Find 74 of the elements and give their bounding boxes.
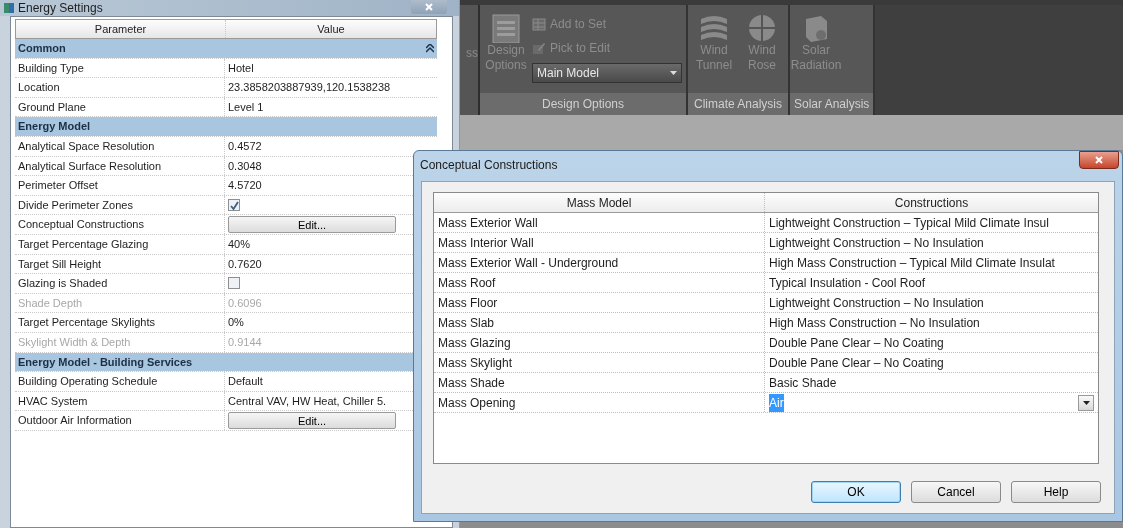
app-icon xyxy=(4,3,14,13)
parameter-label: Divide Perimeter Zones xyxy=(15,195,225,215)
parameter-label: Building Type xyxy=(15,58,225,78)
table-cell[interactable]: High Mass Construction – Typical Mild Climate Insulat xyxy=(765,253,1098,272)
parameter-label: Ground Plane xyxy=(15,97,225,117)
checkbox[interactable] xyxy=(228,277,240,290)
dialog-title: Conceptual Constructions xyxy=(420,157,558,174)
value-field[interactable]: Level 1 xyxy=(225,97,437,117)
edit-icon xyxy=(532,41,546,55)
parameter-label: Target Percentage Glazing xyxy=(15,234,225,254)
panel-label: Design Options xyxy=(480,93,686,115)
parameter-label: Analytical Space Resolution xyxy=(15,136,225,156)
table-cell: Mass Opening xyxy=(434,393,765,412)
close-icon xyxy=(1094,155,1104,165)
parameter-label: Conceptual Constructions xyxy=(15,215,225,234)
compass-icon xyxy=(747,13,777,43)
parameter-label: Shade Depth xyxy=(15,293,225,313)
value-field[interactable]: 23.3858203887939,120.1538238 xyxy=(225,78,437,97)
parameter-label: Location xyxy=(15,78,225,97)
caret-icon xyxy=(670,71,677,75)
close-icon xyxy=(424,2,434,12)
value-field[interactable]: 0.4572 xyxy=(225,136,437,156)
table-cell: Mass Exterior Wall - Underground xyxy=(434,253,765,272)
table-cell[interactable]: Typical Insulation - Cool Roof xyxy=(765,273,1098,292)
parameter-label: Building Operating Schedule xyxy=(15,372,225,391)
edit-button[interactable]: Edit... xyxy=(228,412,396,430)
group-header[interactable]: Energy Model xyxy=(15,117,437,136)
column-header: Mass Model xyxy=(434,193,765,212)
caret-icon xyxy=(1082,400,1090,405)
table-cell: Mass Slab xyxy=(434,313,765,332)
value-field: 0.6096 xyxy=(225,293,437,313)
parameter-label: Target Sill Height xyxy=(15,254,225,274)
table-cell: Mass Glazing xyxy=(434,333,765,352)
table-cell[interactable]: Double Pane Clear – No Coating xyxy=(765,333,1098,352)
table-cell[interactable]: Basic Shade xyxy=(765,373,1098,392)
value-field: 0.9144 xyxy=(225,332,437,352)
table-cell[interactable]: Lightweight Construction – No Insulation xyxy=(765,293,1098,312)
table-cell: Mass Skylight xyxy=(434,353,765,372)
table-cell: Mass Shade xyxy=(434,373,765,392)
dialog-button[interactable]: OK xyxy=(811,481,901,503)
value-field[interactable]: Hotel xyxy=(225,58,437,78)
edit-button[interactable]: Edit... xyxy=(228,216,396,234)
column-header: Parameter xyxy=(16,20,226,38)
table-cell[interactable]: High Mass Construction – No Insulation xyxy=(765,313,1098,332)
parameter-label: HVAC System xyxy=(15,391,225,411)
dialog-button[interactable]: Help xyxy=(1011,481,1101,503)
check-icon xyxy=(229,200,239,210)
table-cell: Mass Floor xyxy=(434,293,765,312)
table-cell: Mass Exterior Wall xyxy=(434,213,765,232)
checkbox[interactable] xyxy=(228,199,240,212)
collapse-icon xyxy=(426,43,434,53)
wind-icon xyxy=(699,13,729,43)
list-icon xyxy=(491,13,521,43)
panel-label: Climate Analysis xyxy=(688,93,788,115)
table-cell[interactable]: Double Pane Clear – No Coating xyxy=(765,353,1098,372)
table-cell: Mass Interior Wall xyxy=(434,233,765,252)
table-cell: Mass Roof xyxy=(434,273,765,292)
table-cell[interactable]: Lightweight Construction – Typical Mild Climate Insul xyxy=(765,213,1098,232)
table-cell[interactable]: Lightweight Construction – No Insulation xyxy=(765,233,1098,252)
parameter-label: Target Percentage Skylights xyxy=(15,313,225,332)
table-icon xyxy=(532,17,546,31)
parameter-label: Perimeter Offset xyxy=(15,176,225,195)
dialog-button[interactable]: Cancel xyxy=(911,481,1001,503)
parameter-label: Outdoor Air Information xyxy=(15,411,225,430)
close-button[interactable] xyxy=(1079,151,1119,169)
column-header: Constructions xyxy=(893,194,970,212)
panel-label: Solar Analysis xyxy=(790,93,874,115)
parameter-label: Analytical Surface Resolution xyxy=(15,156,225,176)
window-title: Energy Settings xyxy=(18,0,103,17)
column-header: Value xyxy=(316,21,346,37)
parameter-label: Glazing is Shaded xyxy=(15,274,225,293)
parameter-label: Skylight Width & Depth xyxy=(15,332,225,352)
dropdown[interactable]: Main Model xyxy=(532,63,682,83)
group-header[interactable]: Common xyxy=(15,39,437,58)
